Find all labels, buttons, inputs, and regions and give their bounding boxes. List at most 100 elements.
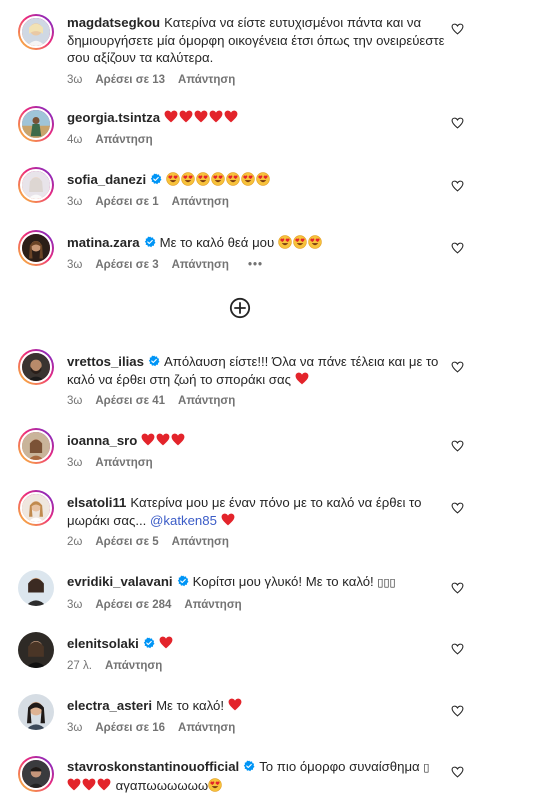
username[interactable]: elsatoli11 (67, 495, 126, 510)
plus-circle-icon[interactable] (229, 297, 251, 319)
timestamp[interactable]: 4ω (67, 134, 82, 146)
comment-meta: 27 λ. Απάντηση (67, 660, 467, 672)
heart-outline-icon[interactable] (451, 440, 464, 452)
username[interactable]: electra_asteri (67, 698, 152, 713)
comment-text: magdatsegkou Κατερίνα να είστε ευτυχισμέν… (67, 14, 467, 67)
like-count[interactable]: Αρέσει σε 5 (95, 536, 158, 548)
heart-outline-icon[interactable] (451, 705, 464, 717)
reply-button[interactable]: Απάντηση (172, 196, 229, 208)
comment-body: Με το καλό! (156, 698, 225, 713)
username[interactable]: evridiki_valavani (67, 574, 173, 589)
avatar[interactable] (18, 428, 54, 464)
heart-outline-icon[interactable] (451, 23, 464, 35)
unsupported-glyph: ▯ (423, 761, 430, 774)
heart-eyes-emoji (293, 235, 307, 249)
heart-eyes-emoji (256, 172, 270, 186)
username[interactable]: matina.zara (67, 235, 140, 250)
username[interactable]: elenitsolaki (67, 636, 139, 651)
comment-item: elenitsolaki 27 λ. Απάντηση (18, 632, 468, 672)
red-heart-emoji (179, 110, 193, 123)
avatar[interactable] (18, 632, 54, 668)
like-count[interactable]: Αρέσει σε 41 (95, 395, 165, 407)
red-heart-emoji (141, 433, 155, 446)
avatar[interactable] (18, 106, 54, 142)
avatar[interactable] (18, 349, 54, 385)
comment-meta: 3ω Αρέσει σε 16 Απάντηση (67, 722, 467, 734)
comment-body-continued: αγαπωωωωωω (115, 777, 209, 793)
comment-meta: 3ω Αρέσει σε 3 Απάντηση ••• (67, 259, 467, 271)
comment-text: georgia.tsintza (67, 106, 467, 127)
red-heart-emoji (67, 778, 81, 791)
reply-button[interactable]: Απάντηση (178, 722, 235, 734)
red-heart-emoji (295, 372, 309, 385)
timestamp[interactable]: 3ω (67, 395, 82, 407)
timestamp[interactable]: 3ω (67, 457, 82, 469)
timestamp[interactable]: 3ω (67, 599, 82, 611)
unsupported-glyphs: ▯▯▯ (377, 576, 396, 589)
avatar[interactable] (18, 230, 54, 266)
username[interactable]: ioanna_sro (67, 433, 137, 448)
username[interactable]: magdatsegkou (67, 15, 160, 30)
avatar[interactable] (18, 167, 54, 203)
reply-button[interactable]: Απάντηση (178, 395, 235, 407)
reply-button[interactable]: Απάντηση (95, 134, 152, 146)
timestamp[interactable]: 3ω (67, 259, 82, 271)
heart-eyes-emoji (181, 172, 195, 186)
heart-outline-icon[interactable] (451, 180, 464, 192)
heart-eyes-emoji (241, 172, 255, 186)
heart-outline-icon[interactable] (451, 502, 464, 514)
verified-badge-icon (148, 355, 160, 367)
username[interactable]: georgia.tsintza (67, 110, 160, 125)
username[interactable]: sofia_danezi (67, 172, 146, 187)
comment-text: electra_asteri Με το καλό! (67, 694, 467, 715)
reply-button[interactable]: Απάντηση (95, 457, 152, 469)
red-heart-emoji (221, 513, 235, 526)
verified-badge-icon (177, 575, 189, 587)
red-heart-emoji (97, 778, 111, 791)
reply-button[interactable]: Απάντηση (178, 74, 235, 86)
heart-outline-icon[interactable] (451, 582, 464, 594)
like-count[interactable]: Αρέσει σε 3 (95, 259, 158, 271)
verified-badge-icon (243, 760, 255, 772)
reply-button[interactable]: Απάντηση (105, 660, 162, 672)
comment-text: ioanna_sro (67, 428, 467, 450)
username[interactable]: vrettos_ilias (67, 354, 144, 369)
like-count[interactable]: Αρέσει σε 16 (95, 722, 165, 734)
heart-outline-icon[interactable] (451, 117, 464, 129)
heart-outline-icon[interactable] (451, 361, 464, 373)
verified-badge-icon (144, 236, 156, 248)
avatar[interactable] (18, 694, 54, 730)
heart-eyes-emoji (226, 172, 240, 186)
comment-meta: 3ω Αρέσει σε 1 Απάντηση (67, 196, 467, 208)
avatar[interactable] (18, 756, 54, 792)
comment-item: evridiki_valavani Κορίτσι μου γλυκό! Με τ… (18, 570, 468, 611)
reply-button[interactable]: Απάντηση (172, 536, 229, 548)
red-heart-emoji (171, 433, 185, 446)
heart-outline-icon[interactable] (451, 766, 464, 778)
heart-outline-icon[interactable] (451, 643, 464, 655)
like-count[interactable]: Αρέσει σε 13 (95, 74, 165, 86)
reply-button[interactable]: Απάντηση (184, 599, 241, 611)
timestamp[interactable]: 2ω (67, 536, 82, 548)
comment-item: elsatoli11 Κατερίνα μου με έναν πόνο με τ… (18, 490, 468, 548)
like-count[interactable]: Αρέσει σε 284 (95, 599, 171, 611)
red-heart-emoji (159, 636, 173, 649)
timestamp[interactable]: 27 λ. (67, 660, 92, 672)
mention-link[interactable]: @katken85 (150, 513, 217, 528)
reply-button[interactable]: Απάντηση (172, 259, 229, 271)
comment-body: Κορίτσι μου γλυκό! Με το καλό! (192, 574, 374, 589)
more-options-button[interactable]: ••• (248, 259, 263, 271)
heart-outline-icon[interactable] (451, 242, 464, 254)
red-heart-emoji (224, 110, 238, 123)
avatar[interactable] (18, 14, 54, 50)
avatar[interactable] (18, 490, 54, 526)
timestamp[interactable]: 3ω (67, 722, 82, 734)
username[interactable]: stavroskonstantinouofficial (67, 759, 239, 774)
avatar[interactable] (18, 570, 54, 606)
verified-badge-icon (143, 637, 155, 649)
heart-eyes-emoji (308, 235, 322, 249)
timestamp[interactable]: 3ω (67, 74, 82, 86)
like-count[interactable]: Αρέσει σε 1 (95, 196, 158, 208)
red-heart-emoji (209, 110, 223, 123)
timestamp[interactable]: 3ω (67, 196, 82, 208)
